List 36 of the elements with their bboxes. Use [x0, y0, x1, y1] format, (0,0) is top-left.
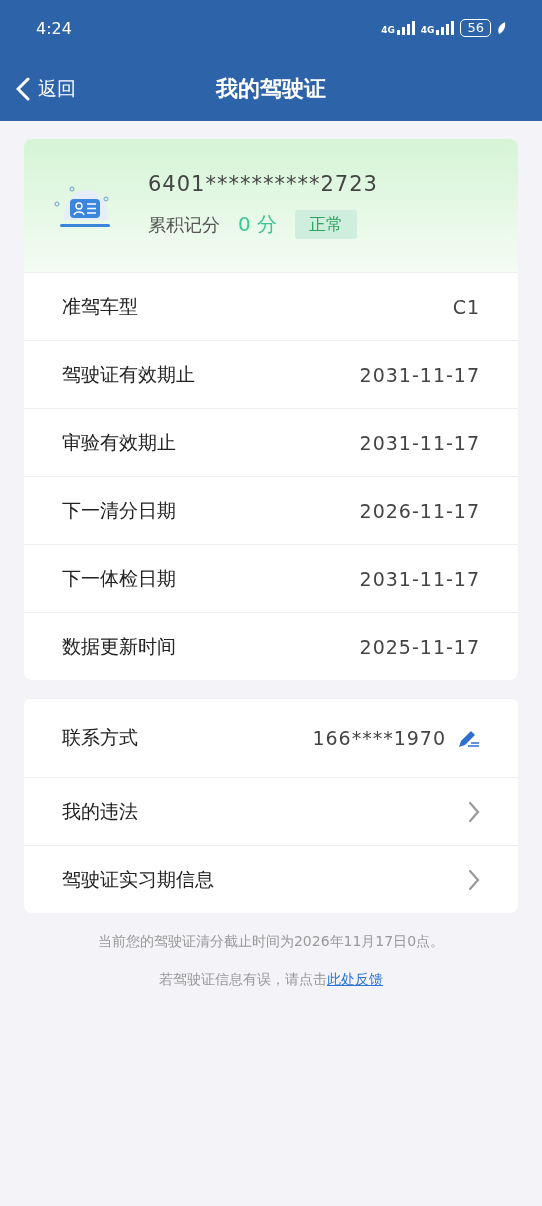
detail-value: 2026-11-17: [359, 499, 480, 522]
page-title: 我的驾驶证: [216, 74, 326, 103]
battery-level: 56: [460, 19, 491, 37]
menu-item[interactable]: 我的违法: [24, 777, 518, 845]
leaf-icon: [497, 21, 506, 35]
detail-value: 2031-11-17: [359, 431, 480, 454]
network-type: 4G: [381, 25, 395, 35]
points-label: 累积记分: [148, 212, 220, 237]
chevron-right-icon: [468, 800, 480, 823]
signal-icon: [436, 21, 455, 35]
detail-label: 准驾车型: [62, 293, 139, 319]
detail-value: 2031-11-17: [359, 567, 480, 590]
detail-label: 下一清分日期: [62, 497, 177, 523]
network-type: 4G: [420, 25, 435, 35]
back-button[interactable]: 返回: [0, 75, 76, 102]
clock-time: 4:24: [36, 18, 72, 38]
detail-label: 驾驶证有效期止: [62, 361, 196, 387]
edit-icon[interactable]: [458, 728, 480, 748]
phone-number: 166****1970: [312, 727, 446, 749]
points-value: 0 分: [238, 211, 278, 238]
feedback-note: 若驾驶证信息有误，请点击此处反馈: [159, 971, 383, 989]
detail-value: 2031-11-17: [359, 363, 480, 386]
chevron-left-icon: [16, 76, 30, 101]
detail-label: 下一体检日期: [62, 565, 177, 591]
detail-value: 2025-11-17: [359, 635, 480, 658]
signal-icon: [396, 21, 415, 35]
contact-label: 联系方式: [62, 725, 139, 750]
detail-value: C1: [452, 295, 480, 318]
deadline-note: 当前您的驾驶证清分截止时间为2026年11月17日0点。: [97, 933, 445, 951]
detail-label: 数据更新时间: [62, 633, 177, 659]
detail-label: 审验有效期止: [62, 429, 177, 455]
menu-item[interactable]: 驾驶证实习期信息: [24, 845, 518, 913]
chevron-right-icon: [468, 868, 480, 891]
feedback-link[interactable]: 此处反馈: [327, 971, 383, 987]
status-badge: 正常: [295, 210, 358, 239]
license-number: 6401**********2723: [148, 172, 378, 196]
